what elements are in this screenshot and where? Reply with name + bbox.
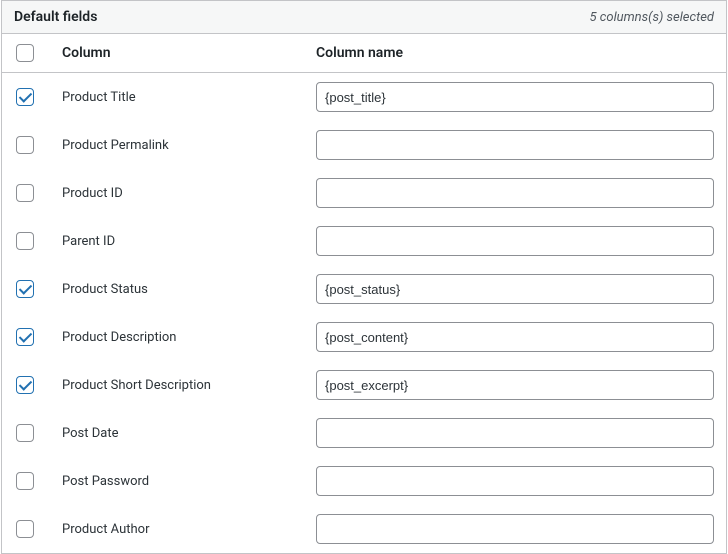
selected-count: 5 columns(s) selected: [590, 10, 714, 25]
row-input-cell: [316, 82, 714, 112]
select-all-cell: [16, 44, 62, 62]
row-input-cell: [316, 466, 714, 496]
column-header-column-name: Column name: [316, 45, 714, 61]
column-name-input[interactable]: [316, 226, 714, 256]
row-label: Product Author: [62, 522, 316, 537]
row-checkbox[interactable]: [16, 472, 34, 490]
row-check-cell: [16, 280, 62, 298]
row-checkbox[interactable]: [16, 184, 34, 202]
row-check-cell: [16, 520, 62, 538]
column-name-input[interactable]: [316, 514, 714, 544]
row-input-cell: [316, 274, 714, 304]
row-check-cell: [16, 472, 62, 490]
row-checkbox[interactable]: [16, 88, 34, 106]
row-check-cell: [16, 184, 62, 202]
field-row: Product Title: [2, 73, 726, 121]
panel-header: Default fields 5 columns(s) selected: [2, 1, 726, 34]
row-checkbox[interactable]: [16, 280, 34, 298]
row-checkbox[interactable]: [16, 376, 34, 394]
column-name-input[interactable]: [316, 370, 714, 400]
panel-title: Default fields: [14, 9, 97, 25]
column-name-input[interactable]: [316, 130, 714, 160]
field-row: Post Password: [2, 457, 726, 505]
row-label: Product Short Description: [62, 378, 316, 393]
field-row: Product Permalink: [2, 121, 726, 169]
row-label: Product ID: [62, 186, 316, 201]
row-label: Product Permalink: [62, 138, 316, 153]
column-name-input[interactable]: [316, 178, 714, 208]
column-header-column: Column: [62, 45, 316, 61]
row-input-cell: [316, 514, 714, 544]
row-label: Product Status: [62, 282, 316, 297]
default-fields-panel: Default fields 5 columns(s) selected Col…: [1, 0, 727, 554]
field-row: Post Date: [2, 409, 726, 457]
field-row: Product Status: [2, 265, 726, 313]
row-check-cell: [16, 328, 62, 346]
row-input-cell: [316, 178, 714, 208]
row-label: Parent ID: [62, 234, 316, 249]
row-check-cell: [16, 424, 62, 442]
row-input-cell: [316, 418, 714, 448]
column-name-input[interactable]: [316, 82, 714, 112]
field-row: Parent ID: [2, 217, 726, 265]
field-row: Product Short Description: [2, 361, 726, 409]
row-checkbox[interactable]: [16, 424, 34, 442]
column-name-input[interactable]: [316, 466, 714, 496]
row-checkbox[interactable]: [16, 520, 34, 538]
table-head: Column Column name: [2, 34, 726, 73]
row-checkbox[interactable]: [16, 136, 34, 154]
row-input-cell: [316, 130, 714, 160]
column-name-input[interactable]: [316, 418, 714, 448]
row-check-cell: [16, 136, 62, 154]
field-row: Product ID: [2, 169, 726, 217]
row-checkbox[interactable]: [16, 328, 34, 346]
row-input-cell: [316, 370, 714, 400]
column-name-input[interactable]: [316, 322, 714, 352]
rows-container: Product Title Product Permalink Product ID…: [2, 73, 726, 553]
row-input-cell: [316, 322, 714, 352]
field-row: Product Description: [2, 313, 726, 361]
row-label: Post Date: [62, 426, 316, 441]
row-label: Product Description: [62, 330, 316, 345]
select-all-checkbox[interactable]: [16, 44, 34, 62]
column-name-input[interactable]: [316, 274, 714, 304]
row-checkbox[interactable]: [16, 232, 34, 250]
row-input-cell: [316, 226, 714, 256]
row-check-cell: [16, 232, 62, 250]
row-label: Post Password: [62, 474, 316, 489]
row-label: Product Title: [62, 90, 316, 105]
row-check-cell: [16, 88, 62, 106]
row-check-cell: [16, 376, 62, 394]
